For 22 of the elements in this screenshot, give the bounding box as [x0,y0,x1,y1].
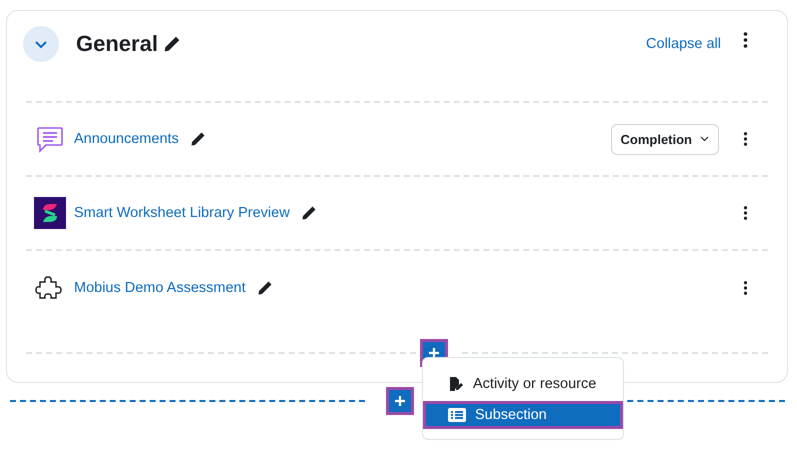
list-icon [448,408,466,422]
pencil-icon[interactable] [190,131,206,147]
collapse-all-link[interactable]: Collapse all [646,36,721,52]
more-options-icon[interactable] [743,281,748,295]
pencil-icon[interactable] [256,280,273,296]
app-logo-icon [34,197,66,229]
more-options-icon[interactable] [743,32,748,48]
plus-icon [394,395,406,407]
activity-link[interactable]: Announcements [74,131,179,147]
collapse-toggle[interactable] [23,26,59,62]
pencil-icon[interactable] [162,35,181,53]
caret-icon [700,136,709,142]
activity-link[interactable]: Mobius Demo Assessment [74,280,246,296]
add-section-button[interactable] [386,387,414,415]
section-title: General [76,31,158,57]
more-options-icon[interactable] [743,132,748,146]
pencil-icon[interactable] [300,205,317,221]
completion-dropdown[interactable]: Completion [610,124,719,154]
menu-item[interactable]: Subsection [423,401,623,429]
more-options-icon[interactable] [743,206,748,220]
activity-link[interactable]: Smart Worksheet Library Preview [74,205,290,221]
document-edit-icon [448,376,464,392]
